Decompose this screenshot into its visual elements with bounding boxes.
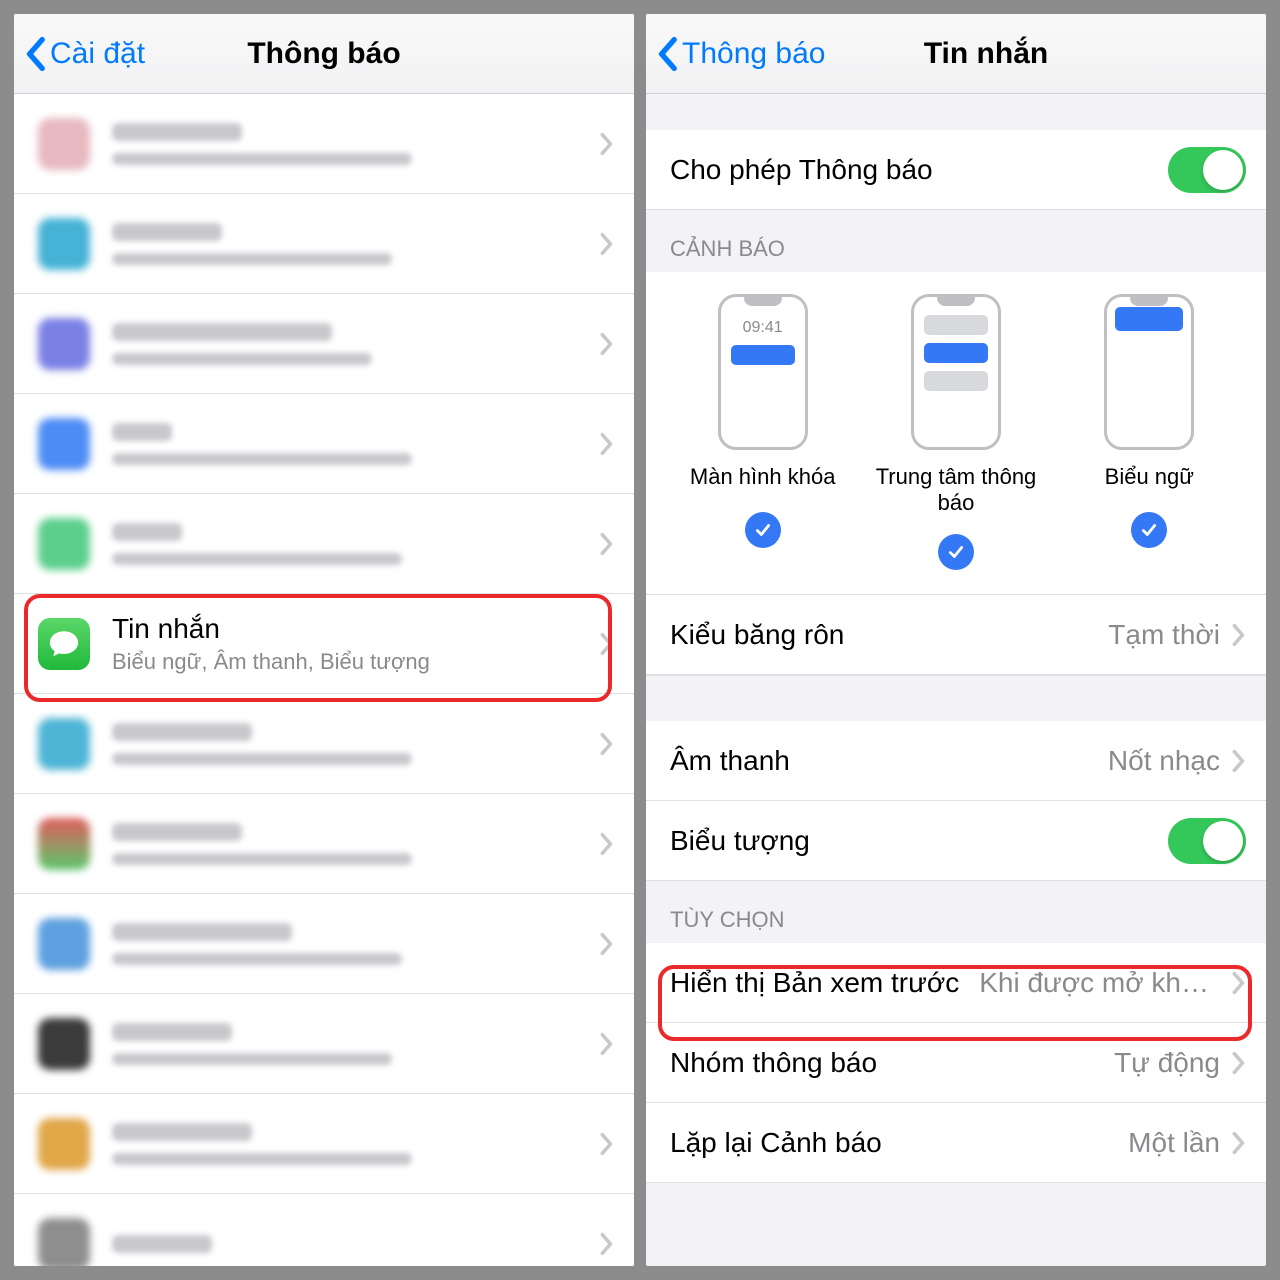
chevron-right-icon (1232, 1051, 1246, 1075)
chevron-right-icon (600, 732, 614, 756)
alert-banner-label: Biểu ngữ (1105, 464, 1194, 494)
list-item[interactable] (14, 394, 634, 494)
preview-value: Khi được mở khóa (M... (979, 967, 1220, 999)
list-item[interactable] (14, 494, 634, 594)
chevron-right-icon (1232, 971, 1246, 995)
back-label-left: Cài đặt (50, 37, 145, 71)
checkmark-icon (745, 512, 781, 548)
list-item[interactable] (14, 94, 634, 194)
chevron-right-icon (600, 832, 614, 856)
chevron-right-icon (1232, 623, 1246, 647)
alerts-header: CẢNH BÁO (646, 210, 1266, 272)
alert-option-notification-center[interactable]: Trung tâm thông báo (860, 294, 1051, 584)
checkmark-icon (1131, 512, 1167, 548)
options-header: TÙY CHỌN (646, 881, 1266, 943)
navbar-left: Cài đặt Thông báo (14, 14, 634, 94)
chevron-right-icon (600, 532, 614, 556)
messages-subtitle: Biểu ngữ, Âm thanh, Biểu tượng (112, 649, 588, 675)
list-item[interactable] (14, 194, 634, 294)
chevron-right-icon (600, 932, 614, 956)
chevron-right-icon (1232, 1131, 1246, 1155)
list-item[interactable] (14, 794, 634, 894)
chevron-right-icon (600, 232, 614, 256)
banner-preview-icon (1104, 294, 1194, 450)
repeat-alerts-row[interactable]: Lặp lại Cảnh báo Một lần (646, 1103, 1266, 1183)
messages-title: Tin nhắn (112, 613, 588, 645)
list-item[interactable] (14, 894, 634, 994)
chevron-right-icon (600, 332, 614, 356)
chevron-right-icon (1232, 749, 1246, 773)
app-list: Tin nhắn Biểu ngữ, Âm thanh, Biểu tượng (14, 94, 634, 1266)
allow-label: Cho phép Thông báo (670, 154, 1168, 186)
alert-option-banner[interactable]: Biểu ngữ (1054, 294, 1245, 584)
detail-content: Cho phép Thông báo CẢNH BÁO 09:41 Màn hì… (646, 94, 1266, 1266)
preview-label: Hiển thị Bản xem trước (670, 967, 959, 999)
chevron-right-icon (600, 132, 614, 156)
list-item[interactable] (14, 294, 634, 394)
grouping-value: Tự động (1114, 1047, 1220, 1079)
chevron-right-icon (600, 1132, 614, 1156)
allow-toggle[interactable] (1168, 147, 1246, 193)
chevron-right-icon (600, 1032, 614, 1056)
chevron-right-icon (600, 432, 614, 456)
notification-center-preview-icon (911, 294, 1001, 450)
sound-label: Âm thanh (670, 745, 1096, 777)
grouping-label: Nhóm thông báo (670, 1047, 1102, 1079)
badge-row: Biểu tượng (646, 801, 1266, 881)
checkmark-icon (938, 534, 974, 570)
repeat-value: Một lần (1128, 1127, 1220, 1159)
alert-option-lock-screen[interactable]: 09:41 Màn hình khóa (667, 294, 858, 584)
list-item[interactable] (14, 994, 634, 1094)
list-item[interactable] (14, 694, 634, 794)
sound-value: Nốt nhạc (1108, 745, 1220, 777)
chevron-right-icon (600, 632, 614, 656)
repeat-label: Lặp lại Cảnh báo (670, 1127, 1116, 1159)
back-label-right: Thông báo (682, 37, 825, 71)
list-item[interactable] (14, 1194, 634, 1266)
banner-style-label: Kiểu băng rôn (670, 619, 1096, 651)
alert-center-label: Trung tâm thông báo (860, 464, 1051, 516)
back-button-left[interactable]: Cài đặt (24, 36, 145, 72)
chevron-right-icon (600, 1232, 614, 1256)
lock-screen-preview-icon: 09:41 (718, 294, 808, 450)
group-notifications-row[interactable]: Nhóm thông báo Tự động (646, 1023, 1266, 1103)
alerts-grid: 09:41 Màn hình khóa Trung tâm thông báo (646, 272, 1266, 595)
list-item[interactable] (14, 1094, 634, 1194)
sound-row[interactable]: Âm thanh Nốt nhạc (646, 721, 1266, 801)
badge-toggle[interactable] (1168, 818, 1246, 864)
messages-app-icon (38, 618, 90, 670)
chevron-left-icon (656, 36, 678, 72)
banner-style-value: Tạm thời (1108, 619, 1220, 651)
alert-lock-label: Màn hình khóa (690, 464, 836, 494)
list-item-messages[interactable]: Tin nhắn Biểu ngữ, Âm thanh, Biểu tượng (14, 594, 634, 694)
badge-label: Biểu tượng (670, 825, 1168, 857)
navbar-right: Thông báo Tin nhắn (646, 14, 1266, 94)
show-previews-row[interactable]: Hiển thị Bản xem trước Khi được mở khóa … (646, 943, 1266, 1023)
screen-notifications: Cài đặt Thông báo Tin nhắn Biểu ngữ, Âm … (14, 14, 634, 1266)
back-button-right[interactable]: Thông báo (656, 36, 825, 72)
allow-notifications-row: Cho phép Thông báo (646, 130, 1266, 210)
chevron-left-icon (24, 36, 46, 72)
screen-messages-notifications: Thông báo Tin nhắn Cho phép Thông báo CẢ… (646, 14, 1266, 1266)
banner-style-row[interactable]: Kiểu băng rôn Tạm thời (646, 595, 1266, 675)
